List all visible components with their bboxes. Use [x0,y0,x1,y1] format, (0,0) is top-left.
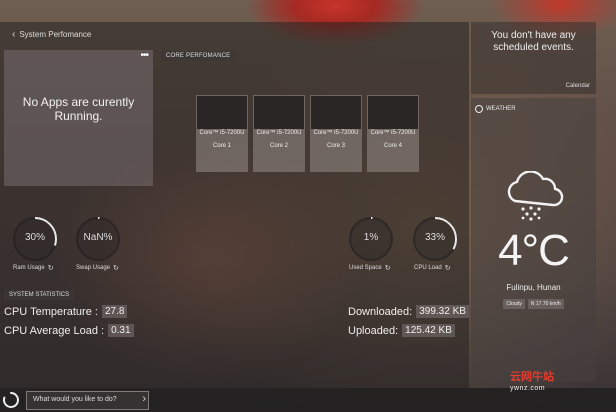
command-input[interactable]: What would you like to do? › [26,391,149,410]
used-space-label: Used Space ↻ [349,264,391,272]
refresh-icon[interactable]: ↻ [445,264,451,272]
core-name: Core™ i5-7200U [370,130,416,136]
refresh-icon[interactable]: ↻ [385,264,391,272]
no-apps-message: No Apps are curently Running. [22,95,135,123]
command-placeholder: What would you like to do? [33,396,117,403]
used-space-gauge: 1% [347,215,395,263]
cpu-average-load-value: 0.31 [108,324,134,337]
running-apps-card: ••• No Apps are curently Running. [4,50,153,186]
core-number: Core 3 [326,143,345,149]
core-graph [368,96,418,129]
ram-usage-gauge: 30% [11,215,59,263]
calendar-link[interactable]: Calendar [566,83,590,89]
core-name: Core™ i5-7200U [199,130,245,136]
no-events-message: You don't have any scheduled events. [491,30,576,53]
weather-circle-icon [475,105,483,113]
back-button[interactable]: ‹ System Perfomance [12,29,91,40]
core-name: Core™ i5-7200U [256,130,302,136]
watermark-logo: 云网牛站 ywnz.com [510,371,554,393]
core-card-2[interactable]: Core™ i5-7200U Core 2 [253,95,305,172]
core-name: Core™ i5-7200U [313,130,359,136]
core-graph [311,96,361,129]
gauge-value: 30% [24,232,45,243]
chevron-left-icon: ‹ [12,29,16,40]
swap-usage-gauge: NaN% [74,215,122,263]
weather-details: Cloudy N 17.70 km/h [471,299,596,309]
location: Fulinpu, Hunan [506,283,561,292]
system-performance-panel: ‹ System Perfomance ••• No Apps are cure… [0,22,469,388]
assistant-spinner-icon[interactable] [2,391,20,409]
core-number: Core 2 [269,143,288,149]
ram-usage-label: Ram Usage ↻ [13,264,54,272]
more-options-icon[interactable]: ••• [140,50,148,61]
cpu-average-load-row: CPU Average Load : 0.31 [4,324,134,337]
system-statistics-label: SYSTEM STATISTICS [4,290,75,300]
core-card-3[interactable]: Core™ i5-7200U Core 3 [310,95,362,172]
refresh-icon[interactable]: ↻ [48,264,54,272]
core-number: Core 1 [212,143,231,149]
core-number: Core 4 [383,143,402,149]
cpu-temperature-value: 27.8 [101,305,128,318]
core-graph [254,96,304,129]
gauge-value: 33% [424,232,445,243]
uploaded-value: 125.42 KB [402,324,455,337]
gauge-value: NaN% [83,232,113,243]
core-graph [197,96,247,129]
weather-header: WEATHER [475,105,516,113]
cpu-load-gauge: 33% [411,215,459,263]
gauge-value: 1% [363,232,379,243]
cpu-load-label: CPU Load ↻ [414,264,451,272]
condition-badge: Cloudy [503,299,525,309]
chevron-right-icon[interactable]: › [142,393,146,405]
refresh-icon[interactable]: ↻ [113,264,119,272]
core-performance-label: CORE PERFOMANCE [161,51,236,61]
weather-panel: WEATHER 4°C Fulinpu, Hunan Cloudy N 17.7… [471,98,596,382]
wind-badge: N 17.70 km/h [527,299,564,309]
cloud-rain-icon [507,171,564,221]
cpu-temperature-row: CPU Temperature : 27.8 [4,305,128,318]
core-card-4[interactable]: Core™ i5-7200U Core 4 [367,95,419,172]
swap-usage-label: Swap Usage ↻ [76,264,119,272]
downloaded-row: Downloaded: 399.32 KB [348,305,469,318]
uploaded-row: Uploaded: 125.42 KB [348,324,455,337]
downloaded-value: 399.32 KB [416,305,469,318]
events-panel: You don't have any scheduled events. Cal… [471,22,596,94]
page-title: System Perfomance [19,30,92,39]
core-card-1[interactable]: Core™ i5-7200U Core 1 [196,95,248,172]
temperature: 4°C [498,226,570,275]
